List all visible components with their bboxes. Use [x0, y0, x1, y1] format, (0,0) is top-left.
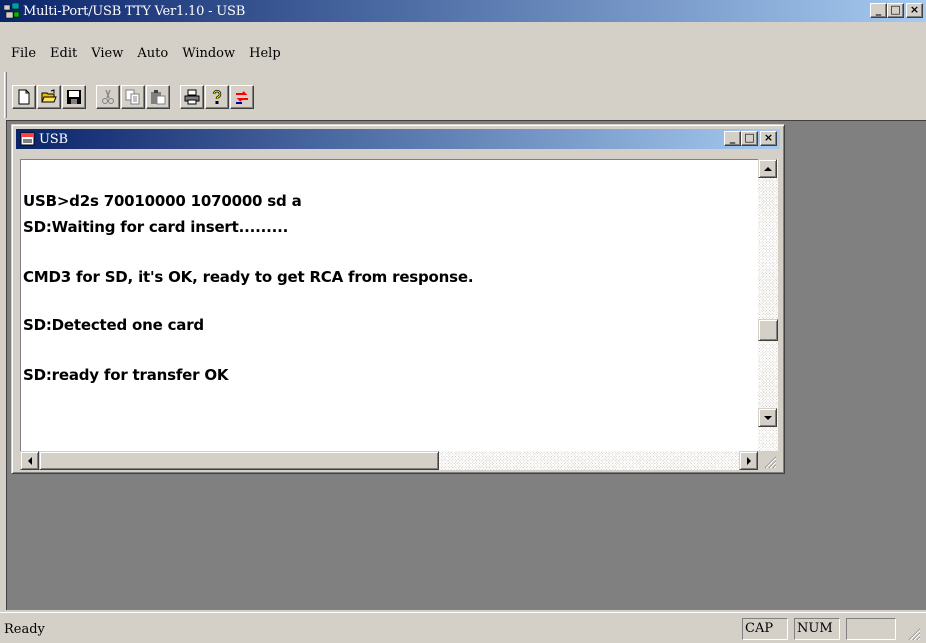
new-button[interactable] [12, 85, 36, 109]
num-indicator: NUM [794, 618, 840, 640]
copy-button[interactable] [121, 85, 145, 109]
scroll-indicator [846, 618, 896, 640]
cut-button[interactable] [96, 85, 120, 109]
horizontal-scroll-thumb[interactable] [39, 451, 439, 470]
scroll-down-button[interactable] [758, 408, 777, 427]
maximize-icon: □ [744, 131, 755, 144]
maximize-button[interactable]: □ [887, 3, 904, 18]
status-bar: Ready CAP NUM [0, 612, 926, 643]
child-minimize-button[interactable]: _ [724, 131, 741, 146]
scroll-right-button[interactable] [739, 451, 758, 470]
cap-indicator: CAP [742, 618, 788, 640]
print-icon [184, 89, 200, 105]
menu-window[interactable]: Window [175, 46, 242, 61]
maximize-icon: □ [890, 3, 901, 16]
main-window: Multi-Port/USB TTY Ver1.10 - USB _ □ × F… [0, 0, 926, 643]
status-text: Ready [4, 622, 45, 637]
terminal-line: USB>d2s 70010000 1070000 sd a [23, 192, 302, 210]
status-size-grip[interactable] [902, 623, 922, 642]
terminal-line: SD:Detected one card [23, 316, 204, 334]
child-title: USB [39, 131, 68, 147]
menu-edit[interactable]: Edit [43, 46, 84, 61]
menu-view[interactable]: View [84, 46, 130, 61]
scroll-left-button[interactable] [20, 451, 39, 470]
transfer-icon [236, 91, 248, 104]
transfer-button[interactable] [230, 85, 254, 109]
horizontal-scrollbar[interactable] [20, 451, 758, 470]
doc-icon [20, 131, 36, 147]
new-file-icon [18, 89, 30, 105]
copy-icon [125, 89, 140, 105]
save-disk-icon [67, 90, 81, 104]
vertical-scrollbar[interactable] [758, 159, 778, 451]
main-titlebar[interactable]: Multi-Port/USB TTY Ver1.10 - USB _ □ × [0, 0, 926, 22]
child-maximize-button[interactable]: □ [741, 131, 758, 146]
cut-scissors-icon [102, 89, 114, 104]
terminal-line: SD:ready for transfer OK [23, 366, 229, 384]
terminal-line: CMD3 for SD, it's OK, ready to get RCA f… [23, 268, 474, 286]
size-grip[interactable] [758, 451, 778, 470]
child-close-button[interactable]: × [760, 131, 777, 146]
open-folder-icon [41, 89, 57, 103]
help-question-icon [212, 89, 222, 104]
close-icon: × [763, 131, 774, 144]
help-button[interactable] [205, 85, 229, 109]
menu-help[interactable]: Help [242, 46, 288, 61]
arrow-left-icon [27, 456, 32, 465]
paste-icon [151, 90, 166, 105]
usb-tty-app-icon [3, 2, 20, 19]
save-button[interactable] [62, 85, 86, 109]
toolbar-grip[interactable] [4, 72, 7, 118]
open-button[interactable] [37, 85, 61, 109]
terminal-output[interactable]: USB>d2s 70010000 1070000 sd a SD:Waiting… [20, 159, 758, 451]
vertical-scroll-thumb[interactable] [758, 319, 778, 341]
child-titlebar[interactable]: USB _ □ × [16, 129, 780, 149]
close-icon: × [909, 3, 920, 16]
terminal-line: SD:Waiting for card insert......... [23, 218, 289, 236]
close-button[interactable]: × [906, 3, 923, 18]
usb-child-window: USB _ □ × USB>d2s 70010000 1070000 sd a … [11, 124, 785, 474]
scroll-up-button[interactable] [758, 159, 777, 178]
arrow-right-icon [746, 456, 751, 465]
minimize-icon: _ [729, 131, 736, 144]
arrow-up-icon [763, 166, 772, 171]
arrow-down-icon [763, 415, 772, 420]
paste-button[interactable] [146, 85, 170, 109]
minimize-icon: _ [875, 3, 882, 16]
minimize-button[interactable]: _ [870, 3, 887, 18]
menu-file[interactable]: File [4, 46, 43, 61]
menu-bar: File Edit View Auto Window Help [4, 42, 288, 64]
print-button[interactable] [180, 85, 204, 109]
menu-auto[interactable]: Auto [130, 46, 175, 61]
toolbar [12, 78, 255, 116]
app-title: Multi-Port/USB TTY Ver1.10 - USB [23, 3, 246, 19]
